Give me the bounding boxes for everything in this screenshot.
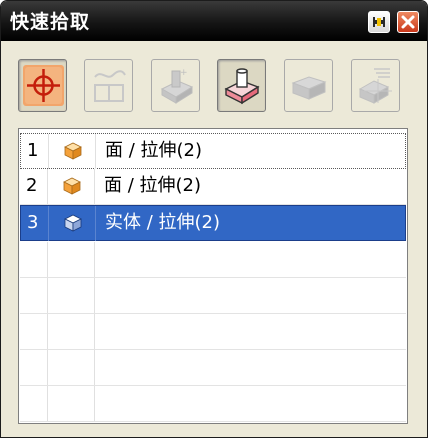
face-cube-icon [48, 169, 95, 204]
filter-body-button[interactable] [284, 59, 333, 112]
edge-icon: + [160, 68, 194, 104]
face-cube-icon [49, 134, 96, 169]
pin-icon [373, 17, 385, 27]
solid-body-icon [49, 206, 96, 241]
feature-icon [358, 68, 392, 104]
filter-edge-button[interactable]: + [151, 59, 200, 112]
body-icon [291, 76, 327, 100]
pick-list: 1 面 / 拉伸(2) 2 面 / 拉伸(2) 3 实体 / 拉伸(2) [18, 128, 408, 424]
quick-pick-dialog: 快速拾取 + 1 面 / 拉伸(2) 2 面 / 拉伸(2) 3 实体 / 拉伸… [0, 0, 428, 438]
pin-button[interactable] [368, 11, 390, 33]
empty-row [20, 278, 406, 314]
empty-row [20, 386, 406, 422]
list-item[interactable]: 1 面 / 拉伸(2) [20, 133, 406, 169]
filter-all-button[interactable] [18, 59, 67, 112]
filter-face-button[interactable] [217, 59, 266, 112]
filter-feature-button[interactable] [351, 59, 400, 112]
face-icon [224, 68, 260, 105]
list-item-selected[interactable]: 3 实体 / 拉伸(2) [20, 205, 406, 241]
window-title: 快速拾取 [10, 11, 91, 33]
item-index: 1 [21, 134, 49, 169]
item-label: 实体 / 拉伸(2) [105, 212, 221, 233]
item-index: 3 [21, 206, 49, 241]
item-label: 面 / 拉伸(2) [104, 175, 202, 196]
close-button[interactable] [397, 11, 419, 33]
empty-row [20, 314, 406, 350]
title-bar[interactable]: 快速拾取 [1, 1, 427, 41]
item-index: 2 [20, 169, 48, 204]
svg-text:+: + [180, 68, 188, 78]
selection-filter-toolbar: + [18, 59, 406, 117]
crosshair-icon [23, 65, 64, 106]
curve-icon [94, 70, 126, 102]
close-icon [401, 15, 415, 29]
empty-row [20, 242, 406, 278]
item-label: 面 / 拉伸(2) [105, 140, 203, 161]
filter-curve-button[interactable] [84, 59, 133, 112]
list-item[interactable]: 2 面 / 拉伸(2) [20, 169, 406, 205]
empty-row [20, 350, 406, 386]
